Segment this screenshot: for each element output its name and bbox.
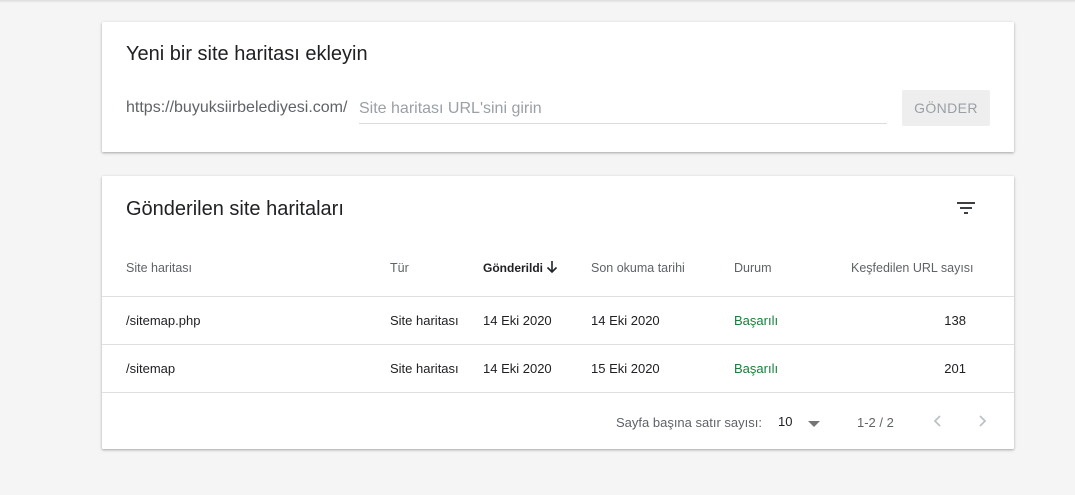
- submitted-sitemaps-card: Gönderilen site haritaları Site haritası…: [102, 176, 1014, 449]
- chevron-right-icon[interactable]: [970, 409, 994, 433]
- sitemap-url-input[interactable]: [359, 96, 887, 124]
- cell-status: Başarılı: [734, 313, 779, 328]
- filter-icon[interactable]: [954, 196, 978, 220]
- cell-submitted: 14 Eki 2020: [483, 313, 552, 328]
- chevron-down-icon: [808, 421, 820, 427]
- table-row[interactable]: /sitemap.php Site haritası 14 Eki 2020 1…: [102, 297, 1014, 344]
- cell-type: Site haritası: [390, 361, 459, 376]
- pagination-range: 1-2 / 2: [857, 415, 894, 430]
- url-prefix: https://buyuksiirbelediyesi.com/: [126, 99, 348, 116]
- column-header-last-read[interactable]: Son okuma tarihi: [591, 261, 685, 275]
- cell-sitemap[interactable]: /sitemap.php: [126, 313, 200, 328]
- cell-discovered-urls: 138: [944, 313, 966, 328]
- rows-per-page-label: Sayfa başına satır sayısı:: [616, 415, 762, 430]
- table-row[interactable]: /sitemap Site haritası 14 Eki 2020 15 Ek…: [102, 345, 1014, 392]
- cell-last-read: 14 Eki 2020: [591, 313, 660, 328]
- cell-status: Başarılı: [734, 361, 779, 376]
- rows-per-page-select[interactable]: 10: [778, 412, 826, 434]
- row-divider: [102, 392, 1014, 393]
- chevron-left-icon[interactable]: [926, 409, 950, 433]
- arrow-down-icon[interactable]: [545, 259, 559, 275]
- cell-submitted: 14 Eki 2020: [483, 361, 552, 376]
- rows-per-page-value: 10: [778, 414, 793, 429]
- cell-sitemap[interactable]: /sitemap: [126, 361, 175, 376]
- submitted-sitemaps-title: Gönderilen site haritaları: [126, 198, 344, 220]
- column-header-type[interactable]: Tür: [390, 261, 409, 275]
- column-header-submitted[interactable]: Gönderildi: [483, 261, 543, 275]
- cell-type: Site haritası: [390, 313, 459, 328]
- cell-last-read: 15 Eki 2020: [591, 361, 660, 376]
- add-sitemap-card: Yeni bir site haritası ekleyin https://b…: [102, 22, 1014, 152]
- submit-button[interactable]: GÖNDER: [902, 90, 990, 126]
- column-header-discovered-urls[interactable]: Keşfedilen URL sayısı: [851, 261, 974, 275]
- top-shadow-line: [0, 0, 1075, 3]
- cell-discovered-urls: 201: [944, 361, 966, 376]
- column-header-status[interactable]: Durum: [734, 261, 772, 275]
- column-header-sitemap[interactable]: Site haritası: [126, 261, 192, 275]
- add-sitemap-title: Yeni bir site haritası ekleyin: [126, 43, 368, 65]
